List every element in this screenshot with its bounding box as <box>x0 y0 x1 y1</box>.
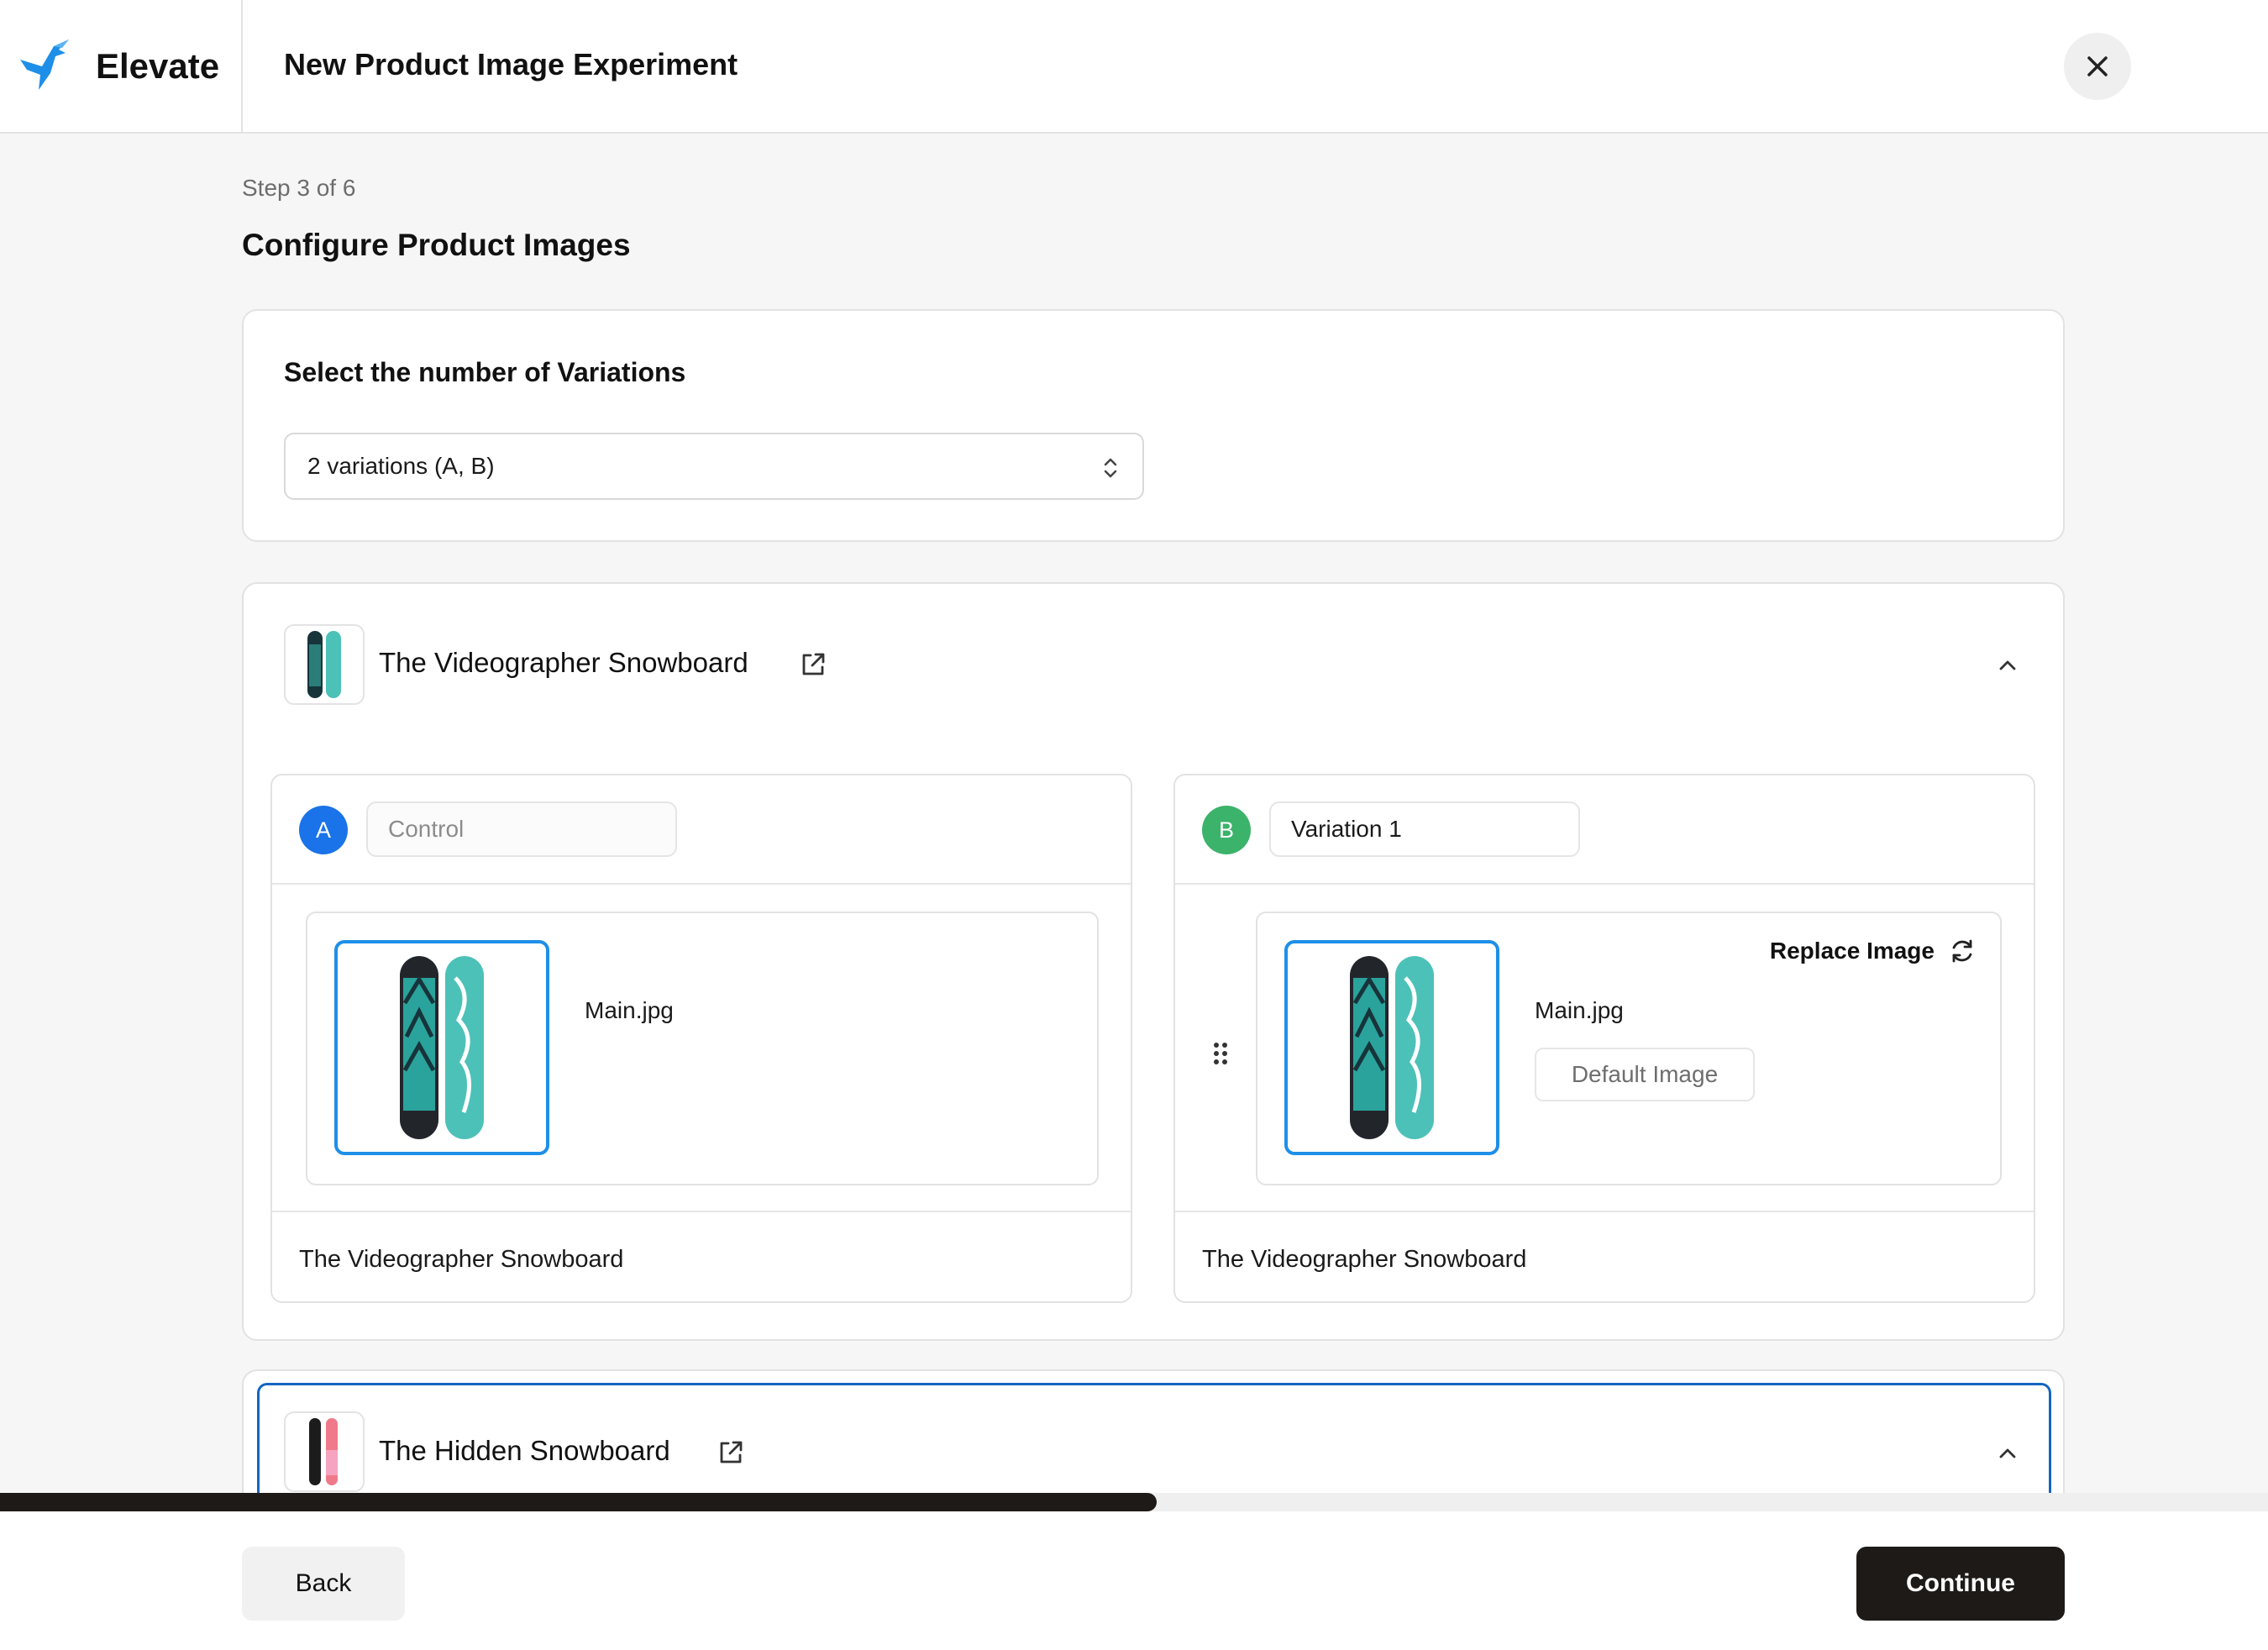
progress-bar-fill <box>0 1493 1157 1511</box>
drag-handle-icon[interactable] <box>1212 1041 1229 1066</box>
image-filename: Main.jpg <box>1535 997 1624 1023</box>
default-image-button[interactable]: Default Image <box>1535 1048 1755 1101</box>
footer-bar: Back Continue <box>0 1511 2268 1650</box>
variations-label: Select the number of Variations <box>284 357 686 387</box>
variations-select-value: 2 variations (A, B) <box>307 453 495 479</box>
close-button[interactable] <box>2064 33 2131 100</box>
continue-button[interactable]: Continue <box>1856 1547 2065 1621</box>
product-image[interactable] <box>1284 940 1499 1155</box>
step-indicator: Step 3 of 6 <box>242 175 356 201</box>
experiment-title: New Product Image Experiment <box>284 47 738 81</box>
variation-header: A Control <box>272 775 1131 885</box>
replace-image-button[interactable]: Replace Image <box>1770 937 1977 965</box>
variation-name-input[interactable]: Control <box>366 801 677 857</box>
image-row: Main.jpg <box>306 912 1099 1185</box>
variation-panel-a: A Control Main.jpg The Videographer Snow… <box>270 774 1132 1303</box>
product-thumbnail <box>284 624 365 705</box>
product-title[interactable]: The Hidden Snowboard <box>379 1435 670 1467</box>
variation-badge-b: B <box>1202 806 1251 854</box>
chevron-up-down-icon <box>1104 458 1117 478</box>
progress-bar <box>0 1493 2268 1511</box>
variations-card: Select the number of Variations 2 variat… <box>242 309 2065 542</box>
hummingbird-logo-icon <box>20 39 69 90</box>
variation-header: B Variation 1 <box>1175 775 2034 885</box>
back-button[interactable]: Back <box>242 1547 405 1621</box>
variation-product-name: The Videographer Snowboard <box>299 1246 624 1273</box>
variation-badge-a: A <box>299 806 348 854</box>
external-link-icon[interactable] <box>717 1438 745 1467</box>
snowboard-thumbnail-image <box>307 631 341 698</box>
product-title[interactable]: The Videographer Snowboard <box>379 647 748 679</box>
page-title: Configure Product Images <box>242 228 631 262</box>
refresh-icon <box>1952 939 1972 963</box>
chevron-up-icon[interactable] <box>1996 1442 2019 1465</box>
brand-name: Elevate <box>96 45 220 86</box>
chevron-up-icon[interactable] <box>1996 654 2019 677</box>
product-thumbnail <box>284 1411 365 1492</box>
variation-footer: The Videographer Snowboard <box>1175 1211 2034 1303</box>
image-filename: Main.jpg <box>585 997 674 1023</box>
snowboard-image <box>400 956 484 1139</box>
replace-image-label: Replace Image <box>1769 938 1935 964</box>
brand: Elevate <box>0 0 243 132</box>
variation-footer: The Videographer Snowboard <box>272 1211 1131 1303</box>
variation-product-name: The Videographer Snowboard <box>1202 1246 1527 1273</box>
top-header: Elevate New Product Image Experiment <box>0 0 2268 134</box>
product-card-videographer: The Videographer Snowboard A Control Mai… <box>242 582 2065 1341</box>
snowboard-image <box>1350 956 1434 1139</box>
variations-select[interactable]: 2 variations (A, B) <box>284 433 1144 500</box>
close-icon <box>2087 56 2108 76</box>
variation-panel-b: B Variation 1 Replace Image Main.jpg Def… <box>1173 774 2035 1303</box>
product-image[interactable] <box>334 940 549 1155</box>
external-link-icon[interactable] <box>799 650 827 679</box>
snowboard-thumbnail-image <box>309 1418 338 1485</box>
variation-name-input[interactable]: Variation 1 <box>1269 801 1580 857</box>
image-row: Replace Image Main.jpg Default Image <box>1256 912 2002 1185</box>
